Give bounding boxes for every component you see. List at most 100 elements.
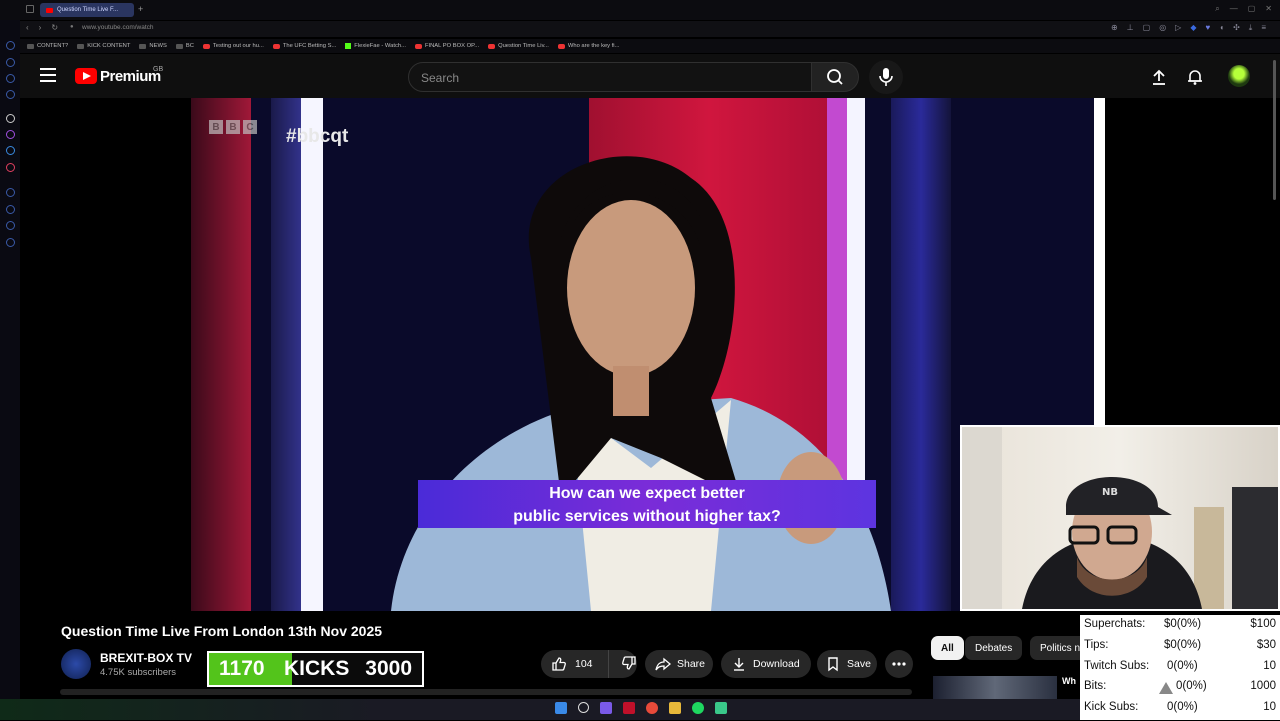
- bookmark-item[interactable]: KICK CONTENT: [77, 43, 130, 49]
- download-tray-icon[interactable]: ⤓: [1249, 23, 1253, 33]
- hamburger-menu-icon[interactable]: [40, 68, 56, 82]
- stream-goals-panel: Superchats: $0(0%) $100 Tips: $0(0%) $30…: [1080, 615, 1280, 720]
- description-box[interactable]: [60, 689, 912, 695]
- search-box: [408, 62, 812, 92]
- instagram-icon[interactable]: [6, 163, 15, 172]
- recommended-video-thumbnail[interactable]: [933, 676, 1057, 700]
- folder-icon: [27, 43, 34, 49]
- sidebar-app-icon[interactable]: [6, 188, 15, 197]
- like-button[interactable]: 104: [541, 650, 609, 678]
- browser-icon[interactable]: [646, 702, 658, 714]
- tab-active[interactable]: Question Time Live F...: [40, 3, 134, 17]
- settings-icon[interactable]: [6, 238, 15, 247]
- sidebar-app-icon[interactable]: [6, 221, 15, 230]
- subscriber-count: 4.75K subscribers: [100, 667, 177, 678]
- youtube-favicon-icon: [272, 43, 280, 49]
- reload-icon[interactable]: ↻: [51, 23, 58, 32]
- bookmark-label: Who are the key fi...: [567, 43, 620, 49]
- url-field[interactable]: www.youtube.com/watch: [82, 24, 154, 31]
- bookmark-label: The UFC Betting S...: [282, 43, 337, 49]
- play-icon[interactable]: ▷: [1175, 23, 1181, 33]
- search-tabs-icon[interactable]: ⌕: [1215, 4, 1219, 14]
- new-tab-button[interactable]: +: [138, 4, 143, 14]
- start-icon[interactable]: [555, 702, 567, 714]
- address-bar-row: [20, 21, 1280, 37]
- sidebar-app-icon[interactable]: [6, 205, 15, 214]
- bookmark-item[interactable]: NEWS: [139, 43, 167, 49]
- bookmark-item[interactable]: Question Time Liv...: [488, 43, 549, 49]
- back-icon[interactable]: ‹: [26, 23, 29, 32]
- heart-icon[interactable]: ♥: [1205, 23, 1210, 33]
- folder-icon: [175, 43, 183, 49]
- messenger-icon[interactable]: [6, 146, 15, 155]
- minimize-icon[interactable]: —: [1230, 4, 1238, 14]
- recommended-video-title[interactable]: Wh: [1062, 676, 1082, 686]
- upload-icon[interactable]: [1150, 68, 1168, 86]
- stats-row-bits: Bits: 0(0%) 1000: [1084, 680, 1276, 694]
- bookmark-label: NEWS: [149, 43, 167, 49]
- discord-icon[interactable]: [600, 702, 612, 714]
- chip-debates[interactable]: Debates: [965, 636, 1023, 660]
- share-button[interactable]: Share: [645, 650, 713, 678]
- kicks-goal: 3000: [365, 657, 412, 680]
- taskbar-apps: [555, 702, 727, 714]
- tab-list-icon[interactable]: [26, 5, 34, 13]
- bookmark-label: Testing out our hu...: [212, 43, 264, 49]
- download-button[interactable]: Download: [721, 650, 811, 678]
- more-actions-button[interactable]: [885, 650, 913, 678]
- sidebar-app-icon[interactable]: [6, 58, 15, 67]
- save-label: Save: [847, 658, 871, 670]
- search-button[interactable]: [811, 62, 859, 92]
- page-scrollbar[interactable]: [1273, 60, 1276, 200]
- channel-avatar[interactable]: [61, 649, 91, 679]
- browser-menu-icon[interactable]: ≡: [1261, 23, 1266, 33]
- sidebar-app-icon[interactable]: [6, 130, 15, 139]
- search-icon[interactable]: [578, 702, 589, 713]
- sidebar-app-icon[interactable]: [6, 114, 15, 123]
- sidebar-app-icon[interactable]: [6, 90, 15, 99]
- zoom-icon[interactable]: ⊕: [1111, 23, 1118, 33]
- youtube-logo-icon[interactable]: [75, 68, 97, 84]
- audio-icon[interactable]: ◖: [1219, 23, 1224, 33]
- channel-name[interactable]: BREXIT-BOX TV: [100, 651, 192, 665]
- bookmark-item[interactable]: The UFC Betting S...: [272, 43, 337, 49]
- spotify-icon[interactable]: [692, 702, 704, 714]
- account-avatar[interactable]: [1228, 65, 1250, 87]
- bookmark-label: FlexieFae - Watch...: [354, 43, 406, 49]
- bits-icon: [1159, 682, 1173, 694]
- close-icon[interactable]: ✕: [1265, 4, 1272, 14]
- dislike-button[interactable]: [615, 655, 637, 674]
- window-controls: ⌕ — ▢ ✕: [1215, 4, 1272, 14]
- app-icon[interactable]: [715, 702, 727, 714]
- kicks-label: KICKS: [284, 657, 350, 680]
- camera-icon[interactable]: ◎: [1159, 23, 1166, 33]
- bookmark-item[interactable]: Testing out our hu...: [202, 43, 264, 49]
- shield-icon[interactable]: ◆: [1190, 23, 1196, 33]
- notifications-bell-icon[interactable]: [1186, 68, 1204, 86]
- chip-all[interactable]: All: [931, 636, 964, 660]
- save-button[interactable]: Save: [817, 650, 877, 678]
- voice-search-button[interactable]: [869, 60, 903, 94]
- bookmark-label: CONTENT?: [37, 43, 69, 49]
- bookmark-item[interactable]: FlexieFae - Watch...: [345, 43, 406, 49]
- sidebar-app-icon[interactable]: [6, 74, 15, 83]
- forward-icon[interactable]: ›: [39, 23, 42, 32]
- maximize-icon[interactable]: ▢: [1248, 4, 1256, 14]
- bookmark-item[interactable]: FINAL PO BOX OP...: [414, 43, 479, 49]
- youtube-brand[interactable]: Premium: [100, 68, 161, 85]
- bookmark-item[interactable]: CONTENT?: [27, 43, 68, 49]
- stats-row-kick-subs: Kick Subs: 0(0%) 10: [1084, 701, 1276, 713]
- sidebar-app-icon[interactable]: [6, 41, 15, 50]
- file-explorer-icon[interactable]: [669, 702, 681, 714]
- bookmark-item[interactable]: BC: [175, 43, 194, 49]
- youtube-favicon-icon: [414, 43, 422, 49]
- bookmark-item[interactable]: Who are the key fi...: [557, 43, 620, 49]
- extensions-icon[interactable]: ✣: [1233, 23, 1240, 33]
- pin-icon[interactable]: ⊥: [1127, 23, 1134, 33]
- screenshot-icon[interactable]: ▢: [1143, 23, 1151, 33]
- stats-row-tips: Tips: $0(0%) $30: [1084, 639, 1276, 651]
- opera-gx-icon[interactable]: [623, 702, 635, 714]
- search-input[interactable]: [419, 70, 803, 86]
- caption-banner: How can we expect better public services…: [418, 480, 876, 528]
- set-backdrop: [891, 98, 951, 611]
